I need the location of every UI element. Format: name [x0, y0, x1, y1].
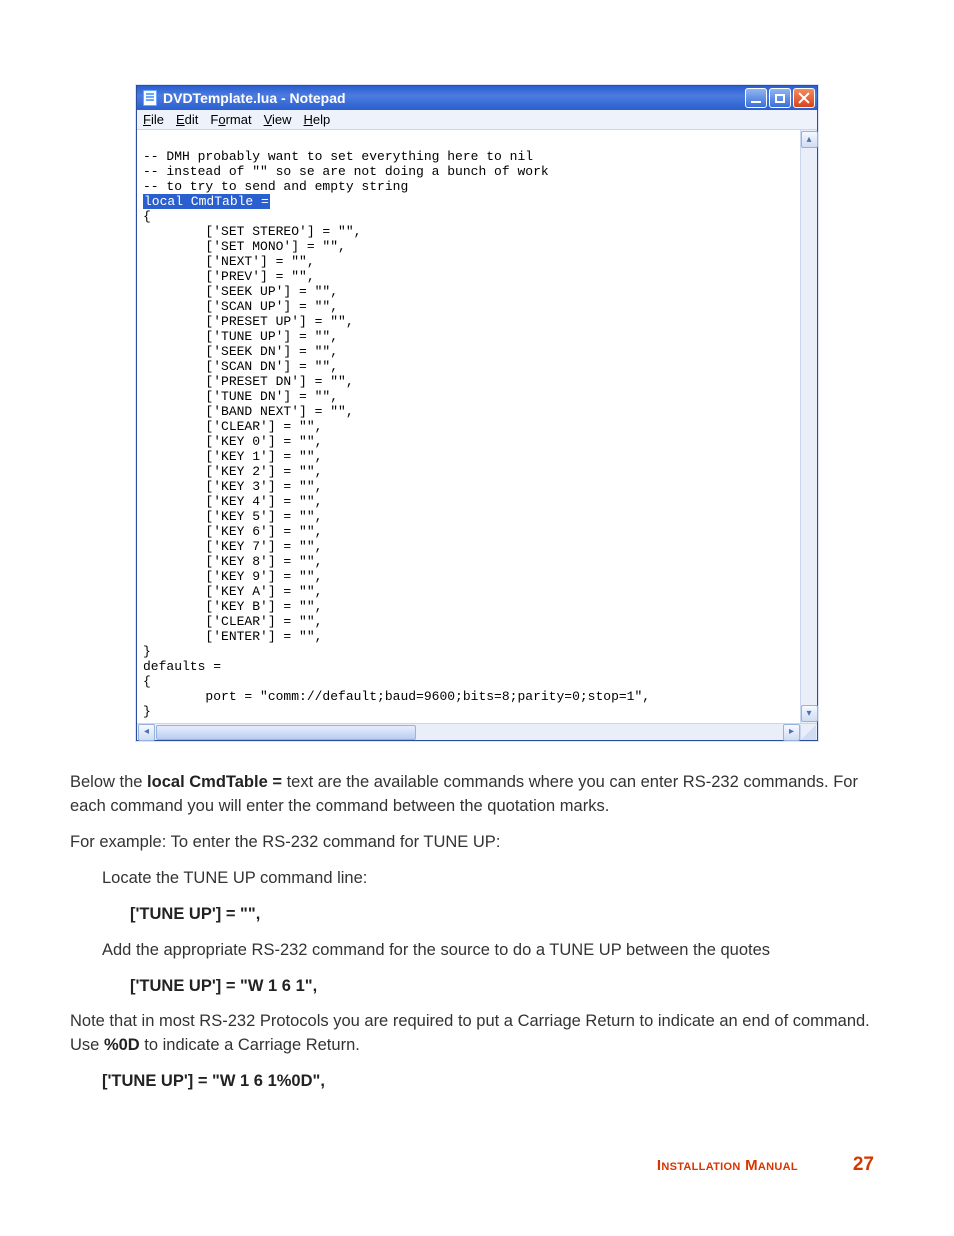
code-line-1: ['TUNE UP'] = "",: [130, 903, 884, 927]
vertical-scrollbar[interactable]: ▴ ▾: [800, 130, 817, 723]
p1-bold: local CmdTable =: [147, 773, 282, 791]
paragraph-example-lead: For example: To enter the RS-232 command…: [70, 831, 884, 855]
highlighted-declaration: local CmdTable =: [143, 194, 270, 209]
p5-b: to indicate a Carriage Return.: [144, 1036, 360, 1054]
scroll-up-button[interactable]: ▴: [801, 131, 818, 148]
page-footer: Installation Manual 27: [70, 1154, 884, 1176]
paragraph-locate: Locate the TUNE UP command line:: [102, 867, 884, 891]
menu-view-rest: iew: [272, 112, 292, 127]
menu-format-rest: rmat: [226, 112, 252, 127]
notepad-icon: [143, 90, 157, 106]
paragraph-add-cmd: Add the appropriate RS-232 command for t…: [102, 939, 884, 963]
code1: ['TUNE UP'] = "",: [130, 905, 260, 923]
code3: ['TUNE UP'] = "W 1 6 1%0D",: [102, 1072, 325, 1090]
code-line-2: ['TUNE UP'] = "W 1 6 1",: [130, 975, 884, 999]
body-copy: Below the local CmdTable = text are the …: [70, 771, 884, 1094]
menu-help-rest: elp: [313, 112, 330, 127]
menu-edit-rest: dit: [185, 112, 199, 127]
menu-file-rest: ile: [151, 112, 164, 127]
minimize-icon: [751, 101, 761, 103]
menubar: File Edit Format View Help: [137, 110, 817, 130]
window-title: DVDTemplate.lua - Notepad: [163, 90, 739, 106]
footer-title: Installation Manual: [657, 1157, 798, 1174]
scroll-left-button[interactable]: ◂: [138, 724, 155, 741]
paragraph-intro: Below the local CmdTable = text are the …: [70, 771, 884, 819]
menu-help[interactable]: Help: [304, 112, 331, 127]
window-buttons: [745, 88, 815, 108]
menu-view[interactable]: View: [264, 112, 292, 127]
maximize-icon: [775, 94, 785, 103]
scroll-right-button[interactable]: ▸: [783, 724, 800, 741]
hscroll-thumb[interactable]: [156, 725, 416, 740]
client-area: -- DMH probably want to set everything h…: [137, 130, 817, 723]
horizontal-scrollbar[interactable]: ◂ ▸: [137, 723, 817, 740]
close-button[interactable]: [793, 88, 815, 108]
editor-textarea[interactable]: -- DMH probably want to set everything h…: [137, 130, 800, 723]
resize-grip[interactable]: [800, 725, 816, 740]
paragraph-cr-note: Note that in most RS-232 Protocols you a…: [70, 1010, 884, 1058]
menu-file[interactable]: File: [143, 112, 164, 127]
code-line-3: ['TUNE UP'] = "W 1 6 1%0D",: [102, 1070, 884, 1094]
code2: ['TUNE UP'] = "W 1 6 1",: [130, 977, 317, 995]
menu-edit[interactable]: Edit: [176, 112, 198, 127]
close-icon: [798, 92, 810, 104]
minimize-button[interactable]: [745, 88, 767, 108]
footer-page-number: 27: [853, 1154, 874, 1176]
notepad-window: DVDTemplate.lua - Notepad File Edit Form…: [136, 85, 818, 741]
menu-format[interactable]: Format: [210, 112, 251, 127]
maximize-button[interactable]: [769, 88, 791, 108]
p5-bold: %0D: [104, 1036, 140, 1054]
p1-a: Below the: [70, 773, 147, 791]
titlebar[interactable]: DVDTemplate.lua - Notepad: [137, 86, 817, 110]
scroll-down-button[interactable]: ▾: [801, 705, 818, 722]
